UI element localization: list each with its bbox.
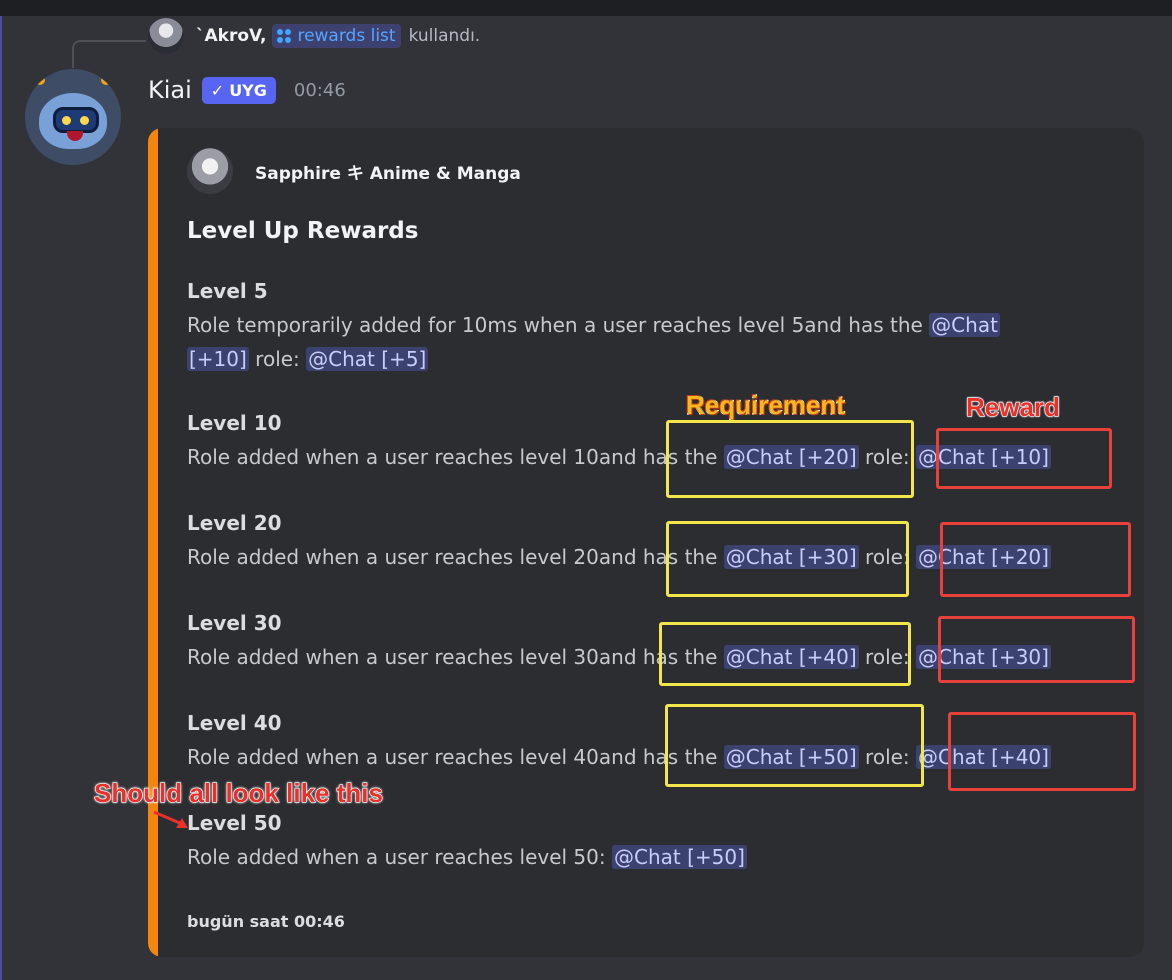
slash-command-chip[interactable]: rewards list [272, 24, 401, 48]
app-command-icon [277, 29, 292, 43]
embed-title: Level Up Rewards [187, 218, 419, 244]
requirement-highlight-box [665, 704, 924, 787]
embed-author: Sapphire キ Anime & Manga [187, 146, 521, 196]
requirement-role-mention[interactable]: @Chat [929, 313, 1000, 337]
command-action: kullandı. [408, 26, 481, 46]
reward-highlight-box [948, 712, 1136, 791]
requirement-highlight-box [666, 521, 909, 597]
level-title: Level 5 [187, 279, 268, 303]
reward-highlight-box [940, 522, 1131, 597]
level-description: Role temporarily added for 10ms when a u… [187, 313, 1000, 371]
unread-indicator [0, 16, 2, 980]
level-description: Role added when a user reaches level 50:… [187, 845, 747, 869]
embed-footer: bugün saat 00:46 [187, 912, 345, 931]
top-bar [0, 0, 1172, 16]
reward-highlight-box [936, 428, 1112, 489]
should-look-like-annotation: Should all look like this [93, 777, 383, 808]
app-badge: ✓ UYG [201, 76, 276, 104]
embed-accent-bar [148, 128, 158, 957]
level-title: Level 50 [187, 811, 282, 835]
app-badge-label: UYG [229, 80, 267, 100]
reward-annotation: Reward [965, 391, 1060, 422]
bot-avatar[interactable] [25, 69, 121, 165]
requirement-highlight-box [666, 420, 914, 498]
reward-role-mention[interactable]: @Chat [+50] [611, 845, 747, 869]
embed-author-name: Sapphire キ Anime & Manga [255, 163, 521, 184]
author-name[interactable]: Kiai [148, 76, 192, 104]
replied-username[interactable]: `AkroV, [196, 26, 266, 46]
requirement-annotation: Requirement [685, 389, 845, 420]
requirement-role-mention[interactable]: [+10] [187, 347, 249, 371]
server-icon [187, 148, 233, 194]
check-icon: ✓ [210, 80, 225, 100]
command-name: rewards list [297, 26, 396, 46]
requirement-highlight-box [659, 622, 911, 686]
replied-user-avatar[interactable] [148, 18, 184, 54]
command-reference[interactable]: `AkroV, rewards list kullandı. [148, 18, 480, 54]
message-timestamp[interactable]: 00:46 [294, 80, 346, 101]
level-entry: Level 50 Role added when a user reaches … [187, 806, 1127, 874]
reward-role-mention[interactable]: @Chat [+5] [306, 347, 429, 371]
message-header: Kiai ✓ UYG 00:46 [148, 70, 346, 110]
level-entry: Level 5 Role temporarily added for 10ms … [187, 274, 1127, 376]
reward-highlight-box [938, 616, 1135, 683]
annotation-arrow-icon [153, 810, 188, 828]
reply-spine [72, 40, 146, 68]
